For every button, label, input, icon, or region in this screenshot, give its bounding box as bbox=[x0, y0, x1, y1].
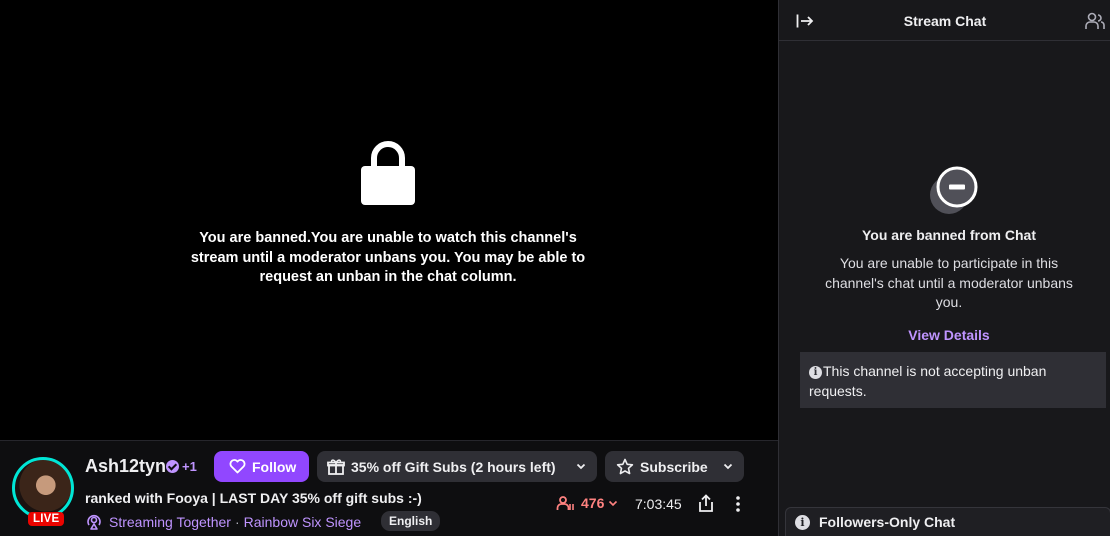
subscribe-button[interactable]: Subscribe bbox=[605, 451, 744, 482]
channel-avatar-link[interactable]: LIVE bbox=[12, 457, 78, 526]
lock-icon bbox=[361, 141, 415, 205]
streaming-together-icon bbox=[87, 514, 101, 530]
follow-button[interactable]: Follow bbox=[214, 451, 309, 482]
stream-title: ranked with Fooya | LAST DAY 35% off gif… bbox=[85, 490, 422, 506]
follow-label: Follow bbox=[252, 458, 297, 475]
streaming-together-link[interactable]: Streaming Together bbox=[109, 514, 231, 530]
chat-ban-title: You are banned from Chat bbox=[862, 227, 1036, 243]
chevron-down-icon bbox=[609, 500, 618, 507]
meta-separator: · bbox=[234, 514, 240, 530]
star-icon bbox=[616, 458, 634, 474]
channel-info-bar: LIVE Ash12tyn +1 Follow 35% off Gift Sub… bbox=[0, 440, 778, 536]
chat-panel: Stream Chat You are banned from Chat You… bbox=[778, 0, 1110, 536]
stream-meta: Streaming Together · Rainbow Six Siege bbox=[85, 514, 361, 530]
tag-english[interactable]: English bbox=[381, 511, 441, 531]
gift-icon bbox=[327, 458, 345, 475]
followers-only-banner[interactable]: i Followers-Only Chat bbox=[785, 507, 1110, 536]
verified-icon bbox=[166, 460, 179, 473]
collab-count[interactable]: +1 bbox=[182, 459, 197, 474]
avatar bbox=[12, 457, 74, 519]
player-ban-message: You are banned.You are unable to watch t… bbox=[190, 230, 586, 285]
channel-name[interactable]: Ash12tyn bbox=[85, 456, 166, 477]
view-details-link[interactable]: View Details bbox=[779, 327, 1110, 343]
gift-subs-button[interactable]: 35% off Gift Subs (2 hours left) bbox=[317, 451, 597, 482]
viewer-count-value: 476 bbox=[581, 495, 605, 511]
unban-notice: i This channel is not accepting unban req… bbox=[800, 352, 1106, 408]
viewers-icon bbox=[556, 496, 574, 510]
viewer-count[interactable]: 476 bbox=[556, 495, 619, 511]
chat-title: Stream Chat bbox=[903, 13, 987, 29]
video-player[interactable]: You are banned.You are unable to watch t… bbox=[0, 0, 778, 440]
subscribe-label: Subscribe bbox=[640, 458, 708, 475]
info-icon: i bbox=[795, 514, 810, 530]
community-icon[interactable] bbox=[1085, 11, 1105, 31]
banned-icon bbox=[930, 166, 978, 214]
followers-only-label: Followers-Only Chat bbox=[819, 514, 956, 530]
chevron-down-icon bbox=[576, 463, 586, 470]
gift-subs-label: 35% off Gift Subs (2 hours left) bbox=[351, 458, 556, 475]
heart-icon bbox=[229, 459, 246, 474]
stream-uptime: 7:03:45 bbox=[635, 496, 682, 512]
share-icon[interactable] bbox=[697, 494, 715, 514]
chat-header: Stream Chat bbox=[779, 0, 1110, 41]
more-options-icon[interactable] bbox=[735, 495, 741, 513]
live-badge: LIVE bbox=[28, 512, 65, 526]
category-link[interactable]: Rainbow Six Siege bbox=[244, 514, 362, 530]
info-icon: i bbox=[809, 366, 822, 379]
unban-notice-text: This channel is not accepting unban requ… bbox=[809, 363, 1047, 399]
chat-ban-message: You are unable to participate in this ch… bbox=[825, 255, 1073, 310]
chevron-down-icon bbox=[723, 463, 733, 470]
